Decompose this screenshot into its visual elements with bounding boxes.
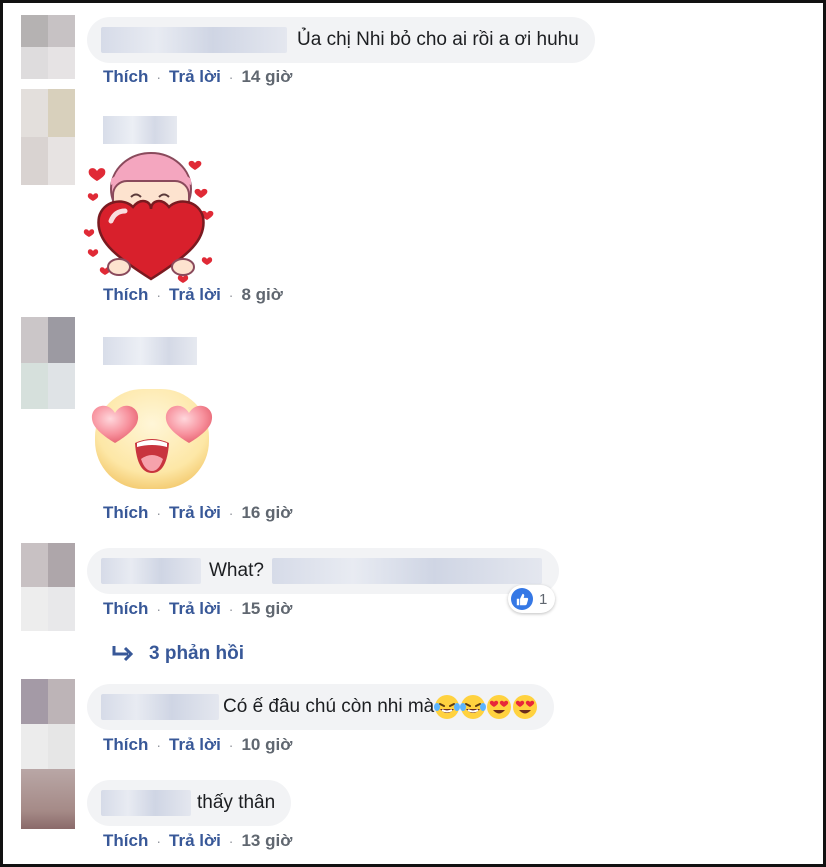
comment-text: Có ế đâu chú còn nhi mà <box>223 696 435 717</box>
reply-button[interactable]: Trả lời <box>169 831 221 851</box>
separator-dot: · <box>228 833 234 849</box>
commenter-name[interactable] <box>101 694 219 720</box>
heart-eyes-emoji <box>487 695 512 719</box>
separator-dot: · <box>156 69 162 85</box>
laughing-crying-emoji <box>434 695 461 719</box>
reaction-summary[interactable]: 1 <box>508 585 556 613</box>
like-button[interactable]: Thích <box>103 831 148 851</box>
reply-arrow-icon <box>112 646 134 662</box>
separator-dot: · <box>228 737 234 753</box>
comment-actions: Thích · Trả lời · 13 giờ <box>103 831 292 851</box>
comment-bubble: Ủa chị Nhi bỏ cho ai rồi a ơi huhu <box>87 17 595 63</box>
comment-time[interactable]: 16 giờ <box>241 503 292 523</box>
comment-actions: Thích · Trả lời · 10 giờ <box>103 735 292 755</box>
like-button[interactable]: Thích <box>103 285 148 305</box>
laughing-crying-emoji <box>460 695 487 719</box>
avatar[interactable] <box>21 543 75 631</box>
reply-button[interactable]: Trả lời <box>169 285 221 305</box>
avatar[interactable] <box>21 769 75 829</box>
reply-button[interactable]: Trả lời <box>169 599 221 619</box>
comment-text: Ủa chị Nhi bỏ cho ai rồi a ơi huhu <box>297 29 579 50</box>
separator-dot: · <box>228 287 234 303</box>
reply-button[interactable]: Trả lời <box>169 67 221 87</box>
commenter-name[interactable] <box>101 790 191 816</box>
view-replies-link[interactable]: 3 phản hồi <box>111 643 244 665</box>
girl-holding-heart-sticker <box>83 152 214 283</box>
reply-button[interactable]: Trả lời <box>169 503 221 523</box>
avatar[interactable] <box>21 317 75 409</box>
avatar[interactable] <box>21 89 75 185</box>
comment-actions: Thích · Trả lời · 8 giờ <box>103 285 283 305</box>
avatar[interactable] <box>21 679 75 769</box>
comment-actions: Thích · Trả lời · 15 giờ <box>103 599 292 619</box>
reply-button[interactable]: Trả lời <box>169 735 221 755</box>
separator-dot: · <box>156 737 162 753</box>
separator-dot: · <box>228 505 234 521</box>
like-button[interactable]: Thích <box>103 735 148 755</box>
separator-dot: · <box>156 833 162 849</box>
reaction-count: 1 <box>539 590 548 608</box>
comment-thread: Ủa chị Nhi bỏ cho ai rồi a ơi huhu Thích… <box>0 0 826 867</box>
avatar[interactable] <box>21 15 75 83</box>
heart-eyes-emoji-sticker <box>91 389 213 489</box>
comment-time[interactable]: 15 giờ <box>241 599 292 619</box>
comment-bubble: thấy thân <box>87 780 292 826</box>
comment-text: thấy thân <box>197 792 276 813</box>
commenter-name[interactable] <box>101 27 287 53</box>
separator-dot: · <box>156 505 162 521</box>
comment-text: What? <box>209 560 264 581</box>
comment-time[interactable]: 13 giờ <box>241 831 292 851</box>
replies-count-label: 3 phản hồi <box>149 643 244 664</box>
like-reaction-icon <box>511 588 533 610</box>
comment-time[interactable]: 14 giờ <box>241 67 292 87</box>
like-button[interactable]: Thích <box>103 67 148 87</box>
commenter-name[interactable] <box>103 116 177 144</box>
comment-actions: Thích · Trả lời · 14 giờ <box>103 67 292 87</box>
comment-bubble: What? <box>87 548 559 594</box>
separator-dot: · <box>228 601 234 617</box>
comment-time[interactable]: 8 giờ <box>241 285 282 305</box>
commenter-name[interactable] <box>101 558 201 584</box>
like-button[interactable]: Thích <box>103 503 148 523</box>
heart-eyes-emoji <box>513 695 538 719</box>
comment-bubble: Có ế đâu chú còn nhi mà <box>87 684 555 730</box>
comment-actions: Thích · Trả lời · 16 giờ <box>103 503 292 523</box>
separator-dot: · <box>228 69 234 85</box>
redacted-text <box>271 558 542 584</box>
commenter-name[interactable] <box>103 337 197 365</box>
comment-time[interactable]: 10 giờ <box>241 735 292 755</box>
like-button[interactable]: Thích <box>103 599 148 619</box>
separator-dot: · <box>156 287 162 303</box>
separator-dot: · <box>156 601 162 617</box>
